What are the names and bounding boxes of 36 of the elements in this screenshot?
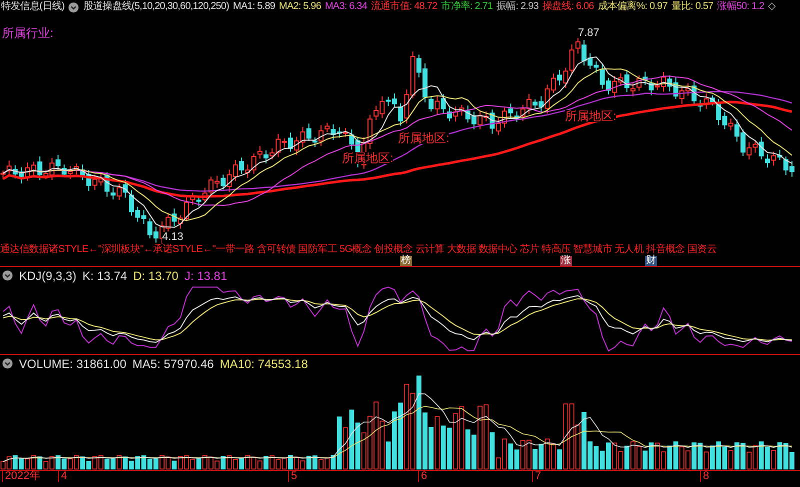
indicator-value: MA5: 57970.46 — [132, 358, 214, 370]
event-badge: 涨 — [560, 256, 572, 266]
date-label: 8 — [700, 471, 710, 482]
low-price-label: 4.13 — [162, 232, 184, 243]
indicator-value: K: 13.74 — [82, 270, 128, 282]
indicator-value: 市净率: 2.71 — [441, 2, 493, 12]
industry-label: 所属行业: — [2, 25, 54, 42]
high-price-label: 7.87 — [578, 28, 600, 39]
region-label: 所属地区: — [398, 132, 450, 144]
indicator-value: D: 13.70 — [133, 270, 178, 282]
region-label: 所属地区: — [565, 110, 616, 122]
date-label: 7 — [532, 471, 542, 482]
region-label: 所属地区: — [342, 152, 394, 164]
event-badge: 财 — [645, 256, 657, 266]
indicator-value: 量比: 0.57 — [671, 2, 714, 12]
indicator-value: MA1: 5.89 — [233, 2, 276, 12]
date-label: 2022年 — [2, 471, 40, 482]
indicator-value: 成本偏离%: 0.97 — [598, 2, 668, 12]
concept-list: 通达信数据诸STYLE←"深圳板块"←承诺STYLE←"一带一路 含可转债 国防军工 5G概念 创投概念 云计算 大数据 数据中心 芯片 特高压 智慧城市 无人机 抖音概念 国资云 — [0, 245, 716, 255]
indicator-value: 流通市值: 48.72 — [370, 2, 438, 12]
indicator-value: MA10: 74553.18 — [220, 358, 308, 370]
indicator-name: 股道操盘线(5,10,20,30,60,120,250) — [83, 2, 230, 12]
event-badge: 榜 — [400, 256, 412, 266]
date-label: 4 — [58, 471, 68, 482]
indicator-value: 操盘线: 6.06 — [542, 2, 594, 12]
indicator-value: 涨幅50: 1.2 — [717, 2, 764, 12]
diamond-icon: ◇ — [768, 2, 776, 12]
indicator-name: VOLUME: 31861.00 — [19, 358, 126, 370]
date-label: 5 — [288, 471, 298, 482]
indicator-name: KDJ(9,3,3) — [19, 270, 76, 282]
date-label: 6 — [418, 471, 428, 482]
indicator-value: 振幅: 2.93 — [496, 2, 538, 12]
chart-title: 特发信息(日线) — [1, 2, 64, 12]
indicator-value: MA2: 5.96 — [279, 2, 321, 12]
indicator-value: MA3: 6.34 — [325, 2, 367, 12]
indicator-value: J: 13.81 — [184, 270, 228, 282]
